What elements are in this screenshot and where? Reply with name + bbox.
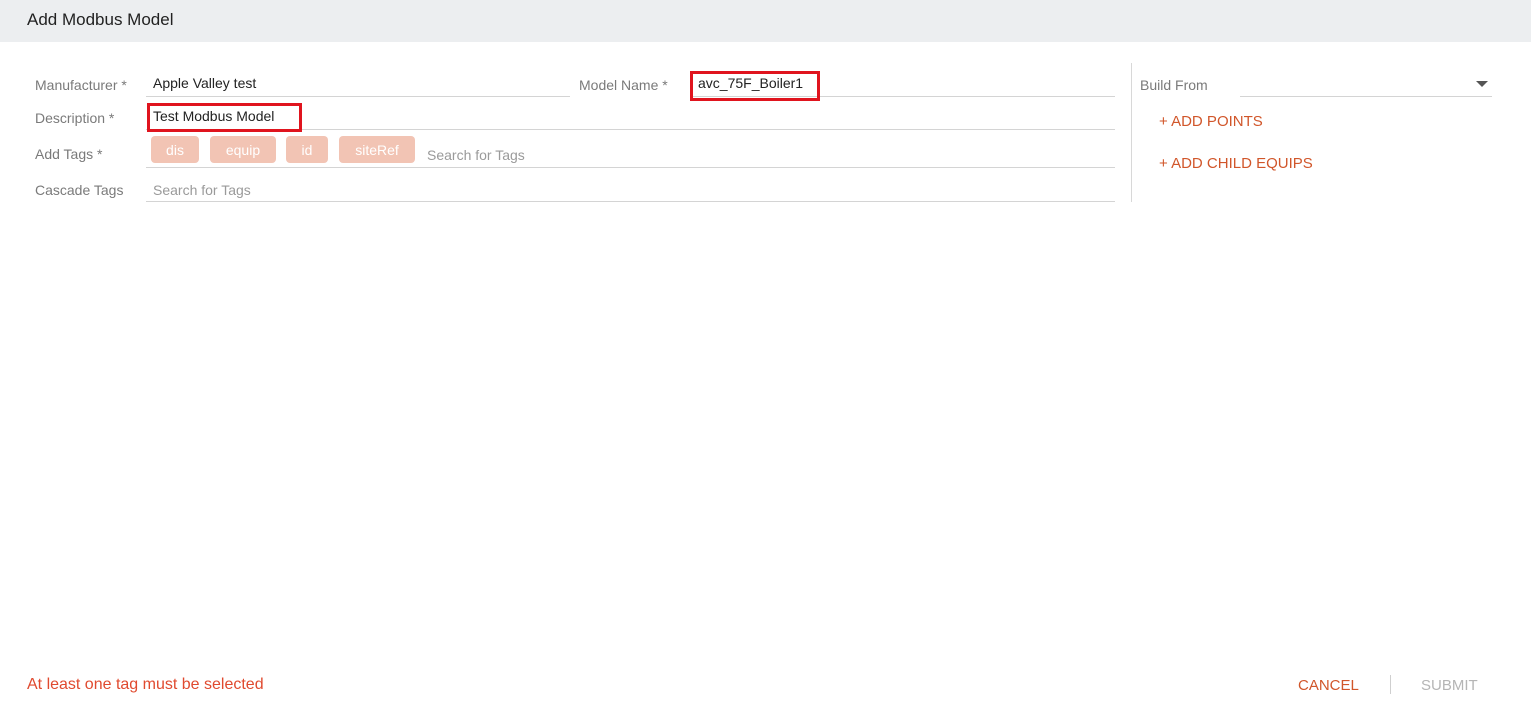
add-child-equips-button[interactable]: + ADD CHILD EQUIPS (1159, 155, 1313, 172)
vertical-divider (1131, 63, 1132, 202)
description-label: Description * (35, 110, 115, 126)
tag-chip-equip[interactable]: equip (210, 136, 276, 163)
manufacturer-label: Manufacturer * (35, 77, 127, 93)
submit-button[interactable]: SUBMIT (1421, 677, 1478, 694)
cascade-tags-label: Cascade Tags (35, 182, 124, 198)
description-highlight-box (147, 103, 302, 132)
validation-error-message: At least one tag must be selected (27, 676, 264, 693)
footer-button-separator (1390, 675, 1391, 694)
add-tags-label: Add Tags * (35, 146, 103, 162)
dialog-header: Add Modbus Model (0, 0, 1531, 42)
dialog-title: Add Modbus Model (27, 10, 174, 29)
cancel-button[interactable]: CANCEL (1298, 677, 1359, 694)
add-points-button[interactable]: + ADD POINTS (1159, 113, 1263, 130)
tag-chip-id[interactable]: id (286, 136, 328, 163)
add-tags-placeholder[interactable]: Search for Tags (427, 147, 525, 163)
tag-chip-siteref[interactable]: siteRef (339, 136, 415, 163)
manufacturer-value: Apple Valley test (153, 75, 257, 91)
cascade-tags-input[interactable]: Search for Tags (146, 175, 1115, 202)
build-from-label: Build From (1140, 77, 1208, 93)
cascade-tags-placeholder[interactable]: Search for Tags (153, 182, 251, 198)
manufacturer-input[interactable]: Apple Valley test (146, 70, 570, 97)
model-name-label: Model Name * (579, 77, 668, 93)
tag-chip-dis[interactable]: dis (151, 136, 199, 163)
model-name-highlight-box (690, 71, 820, 101)
build-from-select[interactable] (1240, 70, 1492, 97)
chevron-down-icon[interactable] (1476, 81, 1488, 87)
